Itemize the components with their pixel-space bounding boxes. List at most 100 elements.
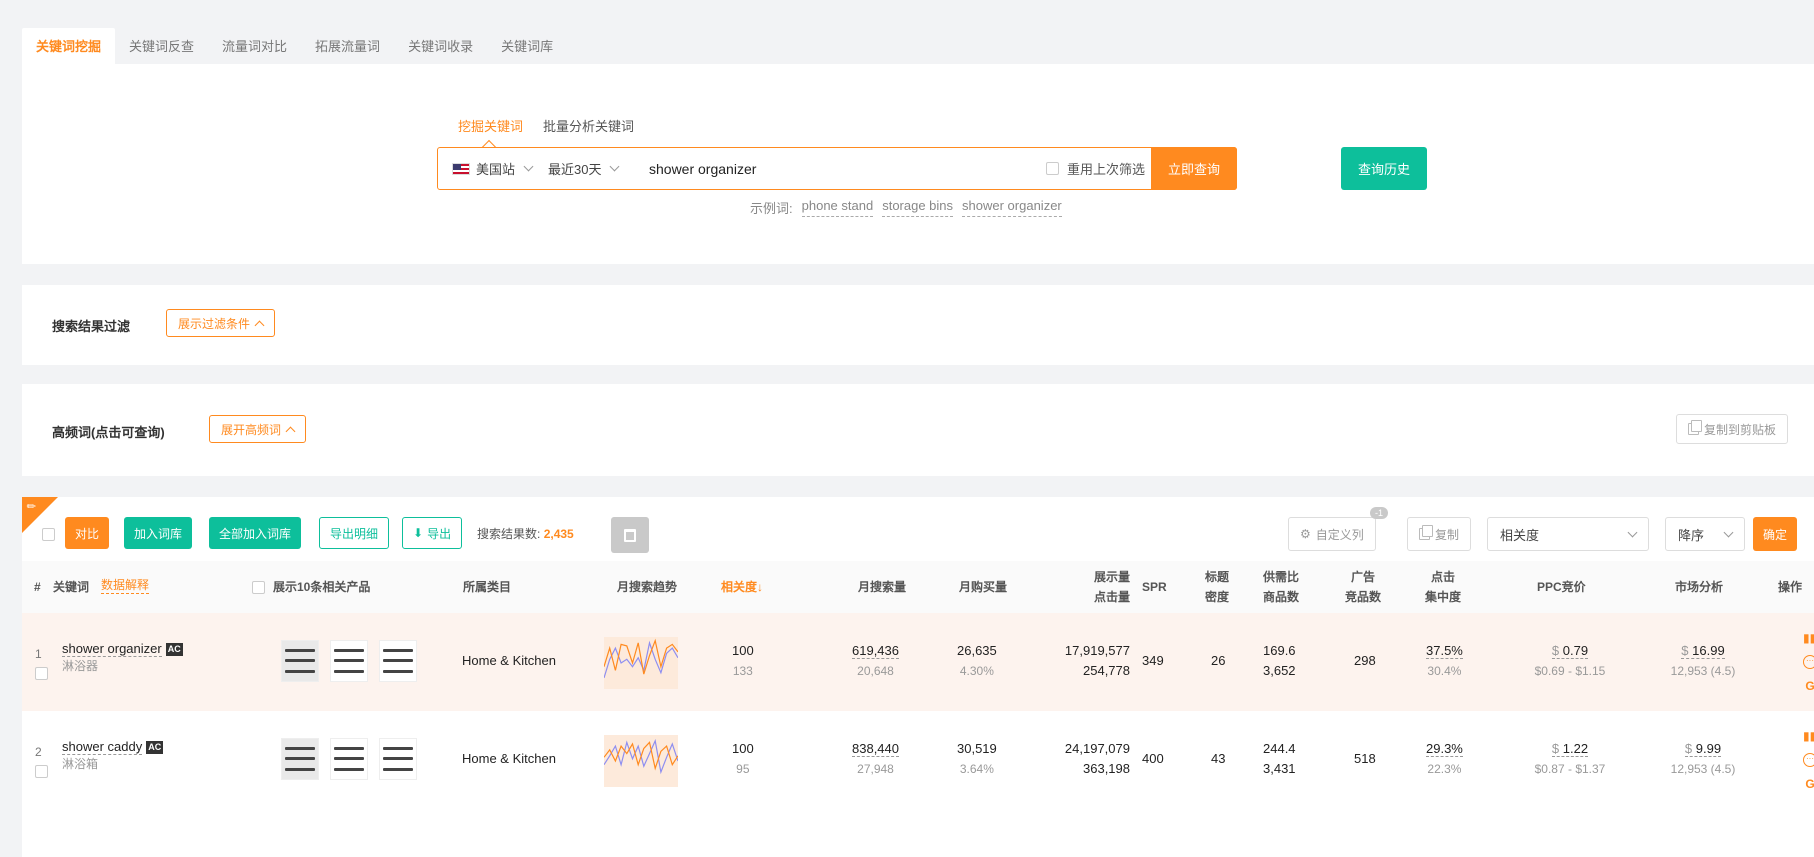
- monthly-search-value[interactable]: 838,440: [852, 741, 899, 757]
- ppc-cell: $ 1.22 $0.87 - $1.37: [1518, 739, 1622, 779]
- monthly-search-value[interactable]: 619,436: [852, 643, 899, 659]
- tab-expand-traffic[interactable]: 拓展流量词: [301, 28, 394, 64]
- col-impressions-l1: 展示量: [1093, 570, 1130, 584]
- tab-keyword-library[interactable]: 关键词库: [487, 28, 567, 64]
- col-ad-competitors[interactable]: 广告 竞品数: [1345, 567, 1381, 607]
- col-click-concentration[interactable]: 点击 集中度: [1425, 567, 1461, 607]
- custom-columns-button[interactable]: ⚙ 自定义列: [1288, 517, 1376, 551]
- product-thumbnail[interactable]: [379, 738, 417, 780]
- select-all-checkbox[interactable]: [42, 528, 55, 541]
- row-actions: ▮▮▮ ··· G: [1803, 631, 1814, 693]
- ppc-value[interactable]: $ 1.22: [1551, 741, 1589, 757]
- supply-cell: 244.4 3,431: [1263, 739, 1296, 779]
- product-thumbnail[interactable]: [330, 640, 368, 682]
- keyword-translation: 淋浴箱: [62, 757, 99, 771]
- col-supply[interactable]: 供需比 商品数: [1263, 567, 1299, 607]
- row-checkbox[interactable]: [35, 667, 48, 680]
- copy-button[interactable]: 复制: [1407, 517, 1472, 551]
- show-filter-button[interactable]: 展示过滤条件: [166, 309, 276, 337]
- supply-ratio-value: 169.6: [1263, 643, 1296, 658]
- impressions-value: 24,197,079: [1064, 741, 1130, 756]
- tab-keyword-reverse[interactable]: 关键词反查: [115, 28, 208, 64]
- sort-field-select[interactable]: 相关度: [1487, 517, 1649, 551]
- data-explain-link[interactable]: 数据解释: [101, 577, 150, 594]
- tab-traffic-compare[interactable]: 流量词对比: [208, 28, 301, 64]
- col-supply-l1: 供需比: [1263, 570, 1300, 584]
- market-number: 9.99: [1695, 741, 1722, 756]
- col-monthly-search[interactable]: 月搜索量: [858, 577, 906, 597]
- google-icon[interactable]: G: [1803, 777, 1814, 791]
- keyword-link[interactable]: shower organizer: [62, 641, 162, 657]
- monthly-search-cell: 838,440 27,948: [852, 739, 899, 779]
- query-history-button[interactable]: 查询历史: [1341, 147, 1427, 190]
- export-button[interactable]: ⬇ 导出: [402, 517, 463, 549]
- keyword-link[interactable]: shower caddy: [62, 739, 143, 755]
- subtab-mine-keywords[interactable]: 挖掘关键词: [458, 116, 524, 155]
- copy-icon: [1688, 420, 1702, 435]
- col-ppc[interactable]: PPC竞价: [1537, 577, 1586, 597]
- click-conc-value[interactable]: 37.5%: [1426, 643, 1463, 659]
- relevance-value: 100: [732, 741, 754, 756]
- col-impressions[interactable]: 展示量 点击量: [1072, 567, 1130, 607]
- monthly-buy-value: 30,519: [957, 741, 997, 756]
- col-category: 所属类目: [463, 580, 512, 594]
- relevance-sub: 133: [732, 664, 753, 678]
- range-select[interactable]: 最近30天: [548, 159, 643, 178]
- click-conc-value[interactable]: 29.3%: [1426, 741, 1463, 757]
- product-thumbnail[interactable]: [379, 640, 417, 682]
- chevron-down-icon: [1723, 527, 1734, 537]
- delete-button[interactable]: [611, 517, 649, 553]
- tab-keyword-index[interactable]: 关键词收录: [394, 28, 487, 64]
- col-spr[interactable]: SPR: [1142, 577, 1167, 597]
- col-relevance[interactable]: 相关度↓: [721, 577, 763, 597]
- trash-icon: [624, 528, 636, 542]
- more-icon[interactable]: ···: [1803, 753, 1814, 767]
- tab-keyword-mining[interactable]: 关键词挖掘: [22, 28, 116, 64]
- market-value[interactable]: $ 9.99: [1684, 741, 1722, 757]
- clicks-value: 363,198: [1083, 761, 1130, 776]
- reuse-filter-checkbox[interactable]: 重用上次筛选: [1045, 159, 1145, 178]
- ppc-number: 0.79: [1562, 643, 1589, 658]
- subtab-label: 挖掘关键词: [458, 119, 524, 134]
- google-icon[interactable]: G: [1803, 679, 1814, 693]
- search-subtabs: 挖掘关键词 批量分析关键词: [458, 116, 634, 155]
- custom-columns-label: 自定义列: [1315, 527, 1364, 542]
- example-shower-organizer[interactable]: shower organizer: [962, 198, 1062, 217]
- filter-panel: 搜索结果过滤 展示过滤条件: [22, 285, 1814, 365]
- product-thumbnail[interactable]: [281, 738, 319, 780]
- export-detail-button[interactable]: 导出明细: [319, 517, 390, 549]
- site-select[interactable]: 美国站: [438, 159, 548, 178]
- col-market[interactable]: 市场分析: [1675, 577, 1723, 597]
- keyword-translation: 淋浴器: [62, 659, 99, 673]
- market-value[interactable]: $ 16.99: [1681, 643, 1725, 659]
- row-checkbox[interactable]: [35, 765, 48, 778]
- col-title-density[interactable]: 标题 密度: [1205, 567, 1229, 607]
- col-monthly-buy[interactable]: 月购买量: [959, 577, 1007, 597]
- expand-hf-button[interactable]: 展开高频词: [209, 415, 307, 443]
- show-products-toggle[interactable]: 展示10条相关产品: [252, 577, 370, 597]
- subtab-batch-analyze[interactable]: 批量分析关键词: [543, 116, 634, 143]
- bar-chart-icon[interactable]: ▮▮▮: [1803, 631, 1814, 645]
- example-phone-stand[interactable]: phone stand: [801, 198, 874, 217]
- product-thumbnail[interactable]: [330, 738, 368, 780]
- col-supply-l2: 商品数: [1263, 590, 1300, 604]
- trend-sparkline[interactable]: [604, 637, 678, 689]
- example-storage-bins[interactable]: storage bins: [882, 198, 954, 217]
- confirm-button[interactable]: 确定: [1753, 517, 1798, 551]
- more-icon[interactable]: ···: [1803, 655, 1814, 669]
- query-button[interactable]: 立即查询: [1151, 147, 1237, 190]
- copy-clipboard-button[interactable]: 复制到剪贴板: [1676, 414, 1789, 444]
- bar-chart-icon[interactable]: ▮▮▮: [1803, 729, 1814, 743]
- compare-button[interactable]: 对比: [65, 517, 110, 549]
- click-conc-sub: 30.4%: [1427, 664, 1462, 678]
- add-all-library-button[interactable]: 全部加入词库: [209, 517, 302, 549]
- keyword-search-input[interactable]: [643, 160, 1046, 177]
- ppc-value[interactable]: $ 0.79: [1551, 643, 1589, 659]
- sort-order-select[interactable]: 降序: [1665, 517, 1745, 551]
- product-thumbnail[interactable]: [281, 640, 319, 682]
- site-label: 美国站: [476, 162, 516, 177]
- monthly-search-cell: 619,436 20,648: [852, 641, 899, 681]
- monthly-buy-sub: 4.30%: [959, 664, 994, 678]
- add-library-button[interactable]: 加入词库: [124, 517, 193, 549]
- trend-sparkline[interactable]: [604, 735, 678, 787]
